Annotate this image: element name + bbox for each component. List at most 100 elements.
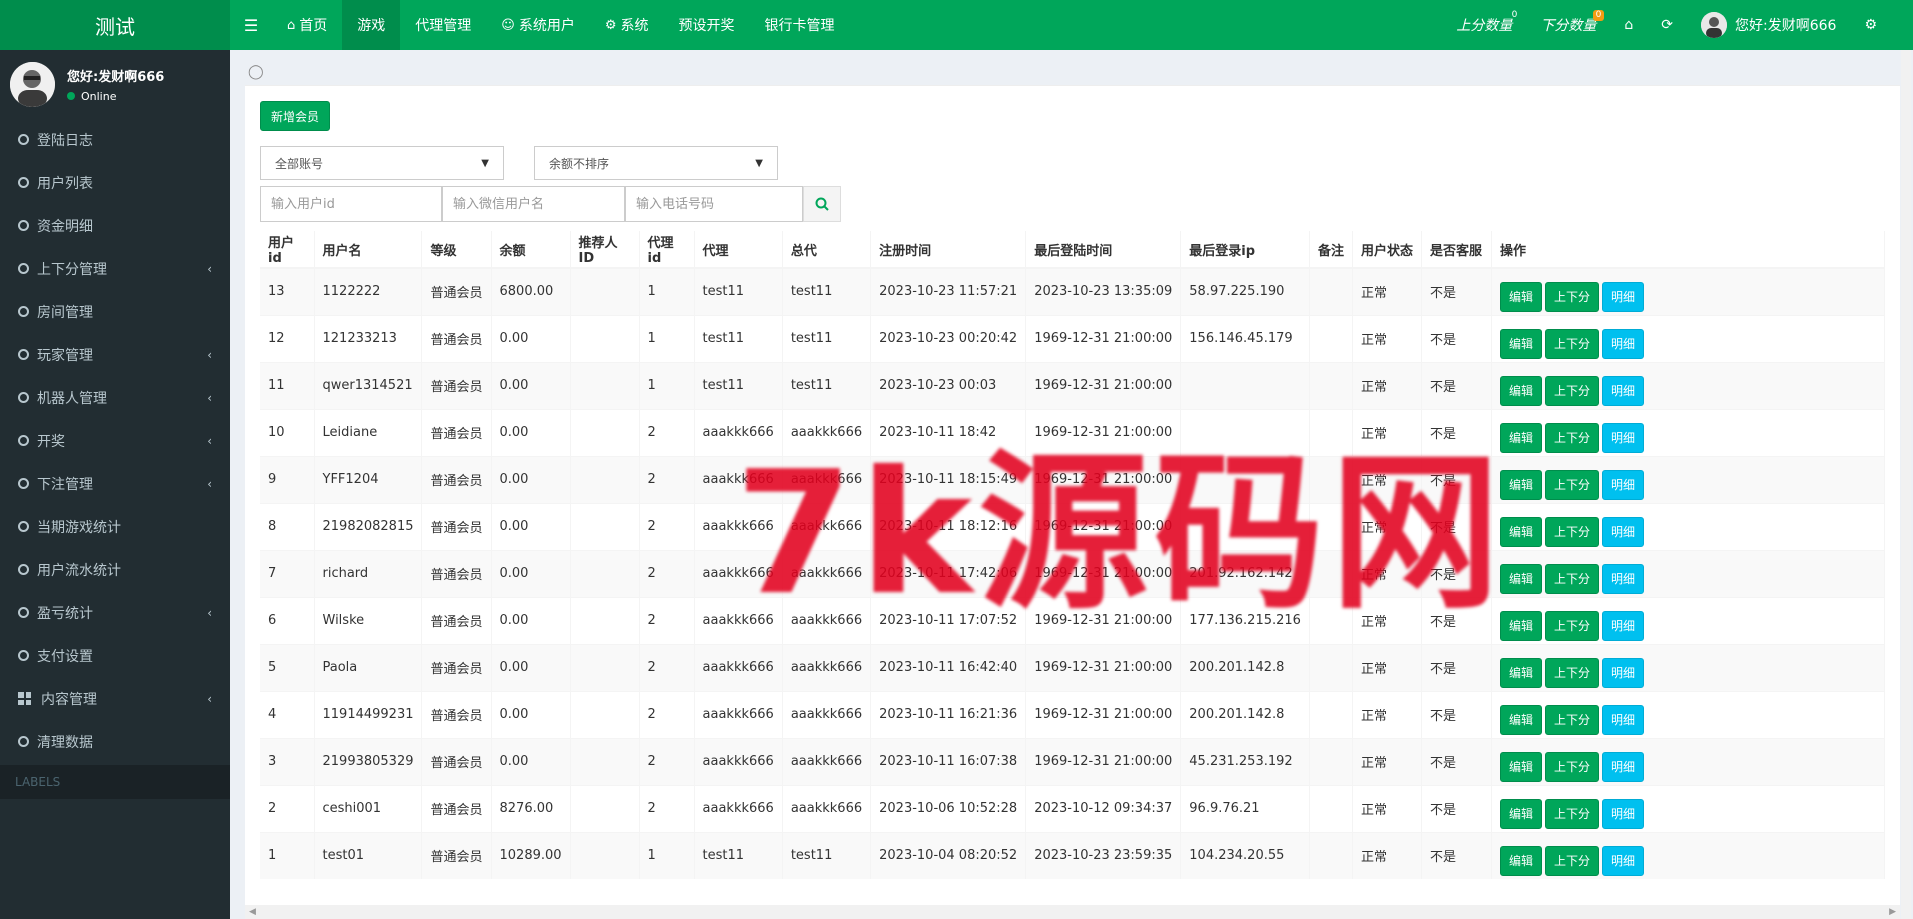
column-header[interactable]: 注册时间: [870, 231, 1027, 269]
detail-button[interactable]: 明细: [1601, 469, 1644, 500]
nav-item-5[interactable]: 预设开奖: [663, 0, 749, 50]
score-adjust-button[interactable]: 上下分: [1544, 469, 1599, 500]
sidebar-item-7[interactable]: 开奖 ‹: [0, 419, 230, 462]
detail-button[interactable]: 明细: [1601, 798, 1644, 829]
score-adjust-button[interactable]: 上下分: [1544, 375, 1599, 406]
table-cell: 不是: [1421, 267, 1492, 315]
detail-button[interactable]: 明细: [1601, 516, 1644, 547]
score-adjust-button[interactable]: 上下分: [1544, 704, 1599, 735]
edit-button[interactable]: 编辑: [1499, 751, 1542, 782]
score-adjust-button[interactable]: 上下分: [1544, 751, 1599, 782]
edit-button[interactable]: 编辑: [1499, 657, 1542, 688]
detail-button[interactable]: 明细: [1601, 422, 1644, 453]
sidebar-item-4[interactable]: 房间管理: [0, 290, 230, 333]
breadcrumb-icon[interactable]: ◯: [248, 64, 264, 80]
balance-sort-select[interactable]: 余额不排序 ▼: [534, 146, 778, 180]
detail-button[interactable]: 明细: [1601, 751, 1644, 782]
detail-button[interactable]: 明细: [1601, 845, 1644, 876]
column-header[interactable]: 总代: [782, 231, 872, 269]
scroll-right-icon[interactable]: ▶: [1889, 907, 1896, 917]
score-adjust-button[interactable]: 上下分: [1544, 610, 1599, 641]
sidebar-item-12[interactable]: 支付设置: [0, 634, 230, 677]
score-adjust-button[interactable]: 上下分: [1544, 563, 1599, 594]
sidebar-item-8[interactable]: 下注管理 ‹: [0, 462, 230, 505]
column-header[interactable]: 推荐人ID: [570, 231, 640, 269]
column-header[interactable]: 备注: [1309, 231, 1353, 269]
scroll-left-icon[interactable]: ◀: [249, 907, 256, 917]
nav-item-1[interactable]: 游戏: [342, 0, 401, 50]
detail-button[interactable]: 明细: [1601, 610, 1644, 641]
detail-button[interactable]: 明细: [1601, 704, 1644, 735]
score-adjust-button[interactable]: 上下分: [1544, 281, 1599, 312]
column-header[interactable]: 用户id: [260, 231, 315, 269]
edit-button[interactable]: 编辑: [1499, 469, 1542, 500]
sidebar-item-1[interactable]: 用户列表: [0, 161, 230, 204]
sidebar-item-5[interactable]: 玩家管理 ‹: [0, 333, 230, 376]
detail-button[interactable]: 明细: [1601, 563, 1644, 594]
column-header[interactable]: 代理id: [639, 231, 695, 269]
detail-button[interactable]: 明细: [1601, 375, 1644, 406]
score-adjust-button[interactable]: 上下分: [1544, 422, 1599, 453]
sidebar-item-3[interactable]: 上下分管理 ‹: [0, 247, 230, 290]
phone-search-input[interactable]: [625, 186, 803, 222]
nav-item-4[interactable]: ⚙ 系统: [590, 0, 664, 50]
sidebar-item-14[interactable]: 清理数据: [0, 720, 230, 763]
score-adjust-button[interactable]: 上下分: [1544, 657, 1599, 688]
table-cell: 2023-10-11 18:15:49: [870, 455, 1027, 503]
home-icon[interactable]: ⌂: [1610, 0, 1647, 50]
edit-button[interactable]: 编辑: [1499, 281, 1542, 312]
search-button[interactable]: [803, 186, 841, 222]
score-adjust-button[interactable]: 上下分: [1544, 516, 1599, 547]
app-logo[interactable]: 测试: [0, 0, 230, 50]
sidebar-item-2[interactable]: 资金明细: [0, 204, 230, 247]
nav-item-0[interactable]: ⌂ 首页: [272, 0, 342, 50]
table-cell: 156.146.45.179: [1180, 314, 1310, 362]
account-filter-select[interactable]: 全部账号 ▼: [260, 146, 504, 180]
down-score-link[interactable]: 下分数量 0: [1526, 0, 1610, 50]
score-adjust-button[interactable]: 上下分: [1544, 798, 1599, 829]
add-member-button[interactable]: 新增会员: [260, 101, 330, 131]
column-header[interactable]: 最后登录ip: [1180, 231, 1310, 269]
sidebar-item-11[interactable]: 盈亏统计 ‹: [0, 591, 230, 634]
refresh-icon[interactable]: ⟳: [1647, 0, 1687, 50]
column-header[interactable]: 代理: [694, 231, 783, 269]
detail-button[interactable]: 明细: [1601, 281, 1644, 312]
column-header[interactable]: 最后登陆时间: [1025, 231, 1182, 269]
sidebar-item-13[interactable]: 内容管理 ‹: [0, 677, 230, 720]
edit-button[interactable]: 编辑: [1499, 563, 1542, 594]
edit-button[interactable]: 编辑: [1499, 704, 1542, 735]
userid-search-input[interactable]: [260, 186, 442, 222]
edit-button[interactable]: 编辑: [1499, 328, 1542, 359]
nav-item-6[interactable]: 银行卡管理: [749, 0, 849, 50]
wechat-name-search-input[interactable]: [442, 186, 625, 222]
sidebar-item-0[interactable]: 登陆日志: [0, 118, 230, 161]
column-header[interactable]: 是否客服: [1421, 231, 1492, 269]
edit-button[interactable]: 编辑: [1499, 610, 1542, 641]
column-header[interactable]: 余额: [491, 231, 571, 269]
column-header[interactable]: 操作: [1491, 231, 1886, 269]
column-header[interactable]: 等级: [421, 231, 492, 269]
sidebar-item-6[interactable]: 机器人管理 ‹: [0, 376, 230, 419]
sidebar-item-9[interactable]: 当期游戏统计: [0, 505, 230, 548]
score-adjust-button[interactable]: 上下分: [1544, 328, 1599, 359]
table-cell: 普通会员: [421, 643, 492, 691]
edit-button[interactable]: 编辑: [1499, 375, 1542, 406]
horizontal-scrollbar[interactable]: ◀ ▶: [245, 905, 1900, 919]
edit-button[interactable]: 编辑: [1499, 422, 1542, 453]
user-menu[interactable]: 您好:发财啊666: [1687, 0, 1850, 50]
settings-gears-icon[interactable]: ⚙: [1850, 0, 1891, 50]
column-header[interactable]: 用户状态: [1352, 231, 1422, 269]
edit-button[interactable]: 编辑: [1499, 516, 1542, 547]
sidebar-toggle-icon[interactable]: ☰: [230, 0, 272, 50]
up-score-link[interactable]: 上分数量 0: [1442, 0, 1526, 50]
nav-item-2[interactable]: 代理管理: [400, 0, 486, 50]
nav-item-3[interactable]: ☺ 系统用户: [486, 0, 590, 50]
column-header[interactable]: 用户名: [314, 231, 423, 269]
detail-button[interactable]: 明细: [1601, 657, 1644, 688]
edit-button[interactable]: 编辑: [1499, 845, 1542, 876]
detail-button[interactable]: 明细: [1601, 328, 1644, 359]
vertical-scrollbar[interactable]: [1901, 50, 1911, 919]
sidebar-item-10[interactable]: 用户流水统计: [0, 548, 230, 591]
score-adjust-button[interactable]: 上下分: [1544, 845, 1599, 876]
edit-button[interactable]: 编辑: [1499, 798, 1542, 829]
